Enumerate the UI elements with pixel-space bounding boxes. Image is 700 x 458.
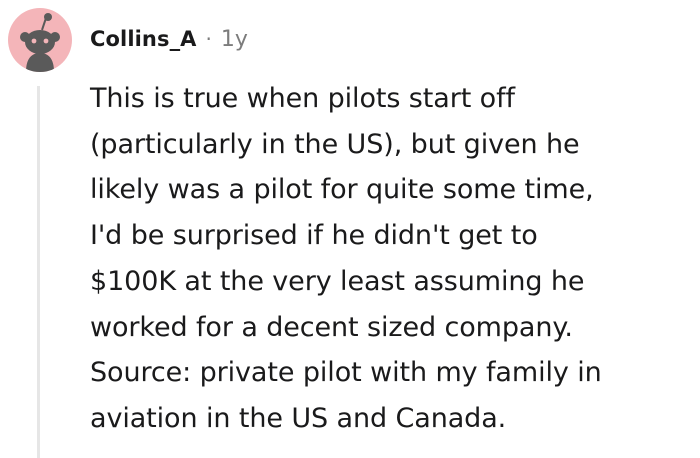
user-avatar[interactable] [8,8,72,72]
comment-line: likely was a pilot for quite some time, [90,174,594,206]
thread-line[interactable] [37,86,40,458]
comment-line: This is true when pilots start off [90,83,515,114]
comment-line: Source: private pilot with my family in [90,357,602,389]
meta-separator: · [205,27,212,51]
snoo-avatar-icon [20,13,60,72]
comment-header: Collins_A · 1y [90,22,248,56]
username-link[interactable]: Collins_A [90,27,197,51]
comment-line: aviation in the US and Canada. [90,402,507,434]
comment-line: $100K at the very least assuming he [90,265,585,297]
comment-line: (particularly in the US), but given he [90,128,580,160]
comment-line: I'd be surprised if he didn't get to [90,220,538,252]
comment-body: This is true when pilots start off (part… [90,76,690,442]
comment: Collins_A · 1y This is true when pilots … [0,0,700,458]
comment-age[interactable]: 1y [221,27,248,52]
comment-line: worked for a decent sized company. [90,311,573,343]
